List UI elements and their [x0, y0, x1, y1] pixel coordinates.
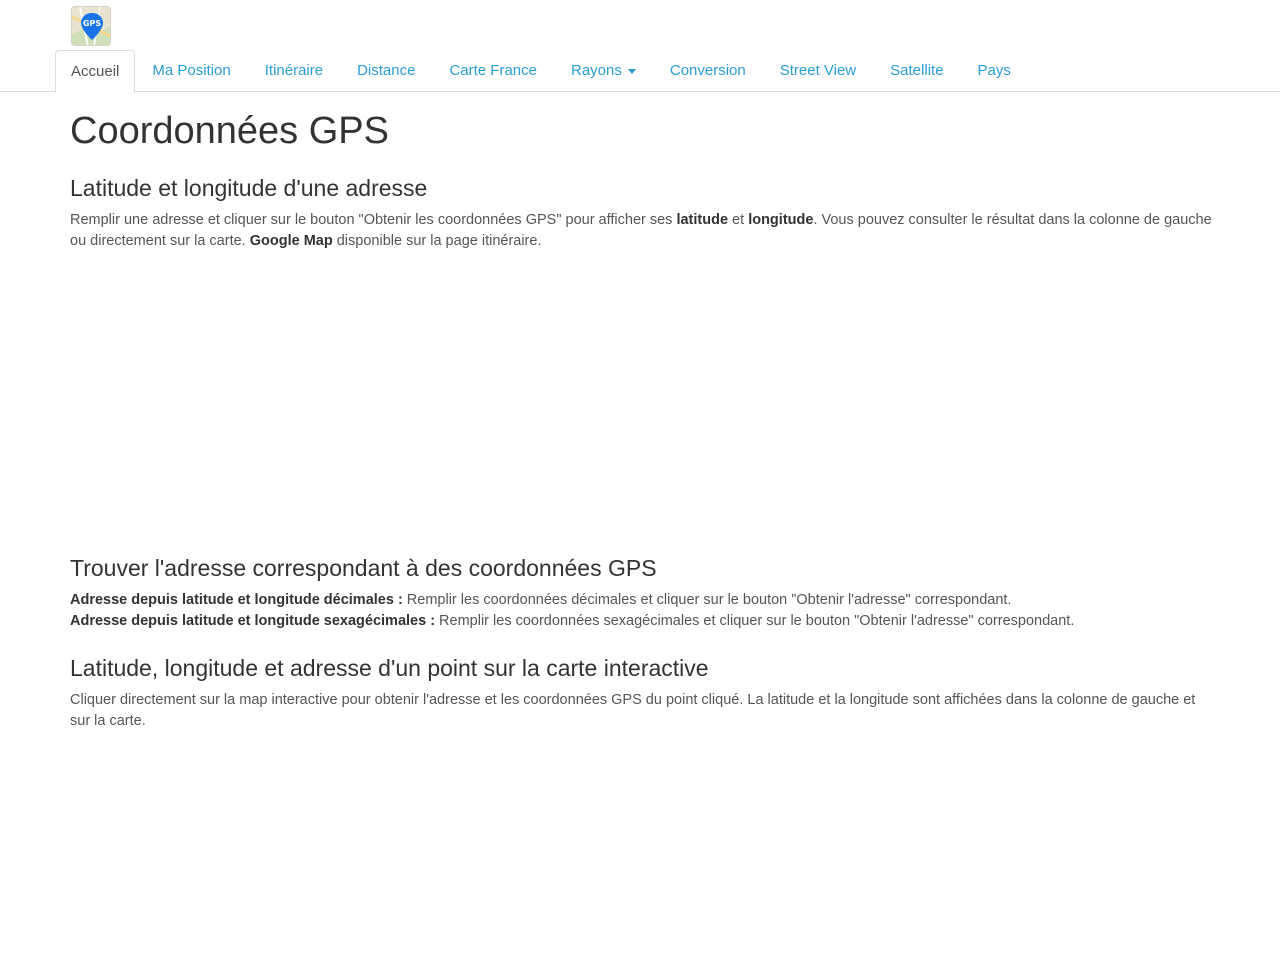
- section-interactive-map: Latitude, longitude et adresse d'un poin…: [70, 654, 1215, 732]
- section-text: Remplir une adresse et cliquer sur le bo…: [70, 212, 1212, 249]
- section-address-coordinates: Latitude et longitude d'une adresse Remp…: [70, 174, 1215, 252]
- nav-rayons-dropdown[interactable]: Rayons: [554, 50, 653, 92]
- nav-carte-france[interactable]: Carte France: [432, 50, 554, 92]
- nav-itineraire[interactable]: Itinéraire: [248, 50, 340, 92]
- site-header: GPS Accueil Ma Position Itinéraire Dista…: [0, 0, 1280, 93]
- logo-text: GPS: [83, 19, 101, 28]
- main-nav: Accueil Ma Position Itinéraire Distance …: [55, 50, 1028, 93]
- section-heading: Latitude et longitude d'une adresse: [70, 175, 428, 201]
- nav-accueil[interactable]: Accueil: [55, 50, 136, 93]
- nav-conversion[interactable]: Conversion: [653, 50, 763, 92]
- nav-distance[interactable]: Distance: [340, 50, 432, 92]
- caret-down-icon: [627, 68, 636, 74]
- section-text: Cliquer directement sur la map interacti…: [70, 692, 1196, 729]
- section-heading: Trouver l'adresse correspondant à des co…: [70, 555, 657, 581]
- section-reverse-geocoding: Trouver l'adresse correspondant à des co…: [70, 554, 1215, 632]
- nav-rayons-label: Rayons: [571, 62, 622, 79]
- nav-street-view[interactable]: Street View: [763, 50, 873, 92]
- gps-map-pin-icon: GPS: [72, 7, 110, 45]
- section-heading: Latitude, longitude et adresse d'un poin…: [70, 655, 709, 681]
- nav-satellite[interactable]: Satellite: [873, 50, 960, 92]
- nav-ma-position[interactable]: Ma Position: [135, 50, 247, 92]
- main-content: Coordonnées GPS Latitude et longitude d'…: [70, 92, 1215, 732]
- empty-content-area: [70, 252, 1215, 554]
- nav-pays[interactable]: Pays: [961, 50, 1028, 92]
- page-title: Coordonnées GPS: [70, 110, 389, 152]
- site-logo[interactable]: GPS: [71, 6, 111, 46]
- section-text: Adresse depuis latitude et longitude déc…: [70, 592, 1075, 629]
